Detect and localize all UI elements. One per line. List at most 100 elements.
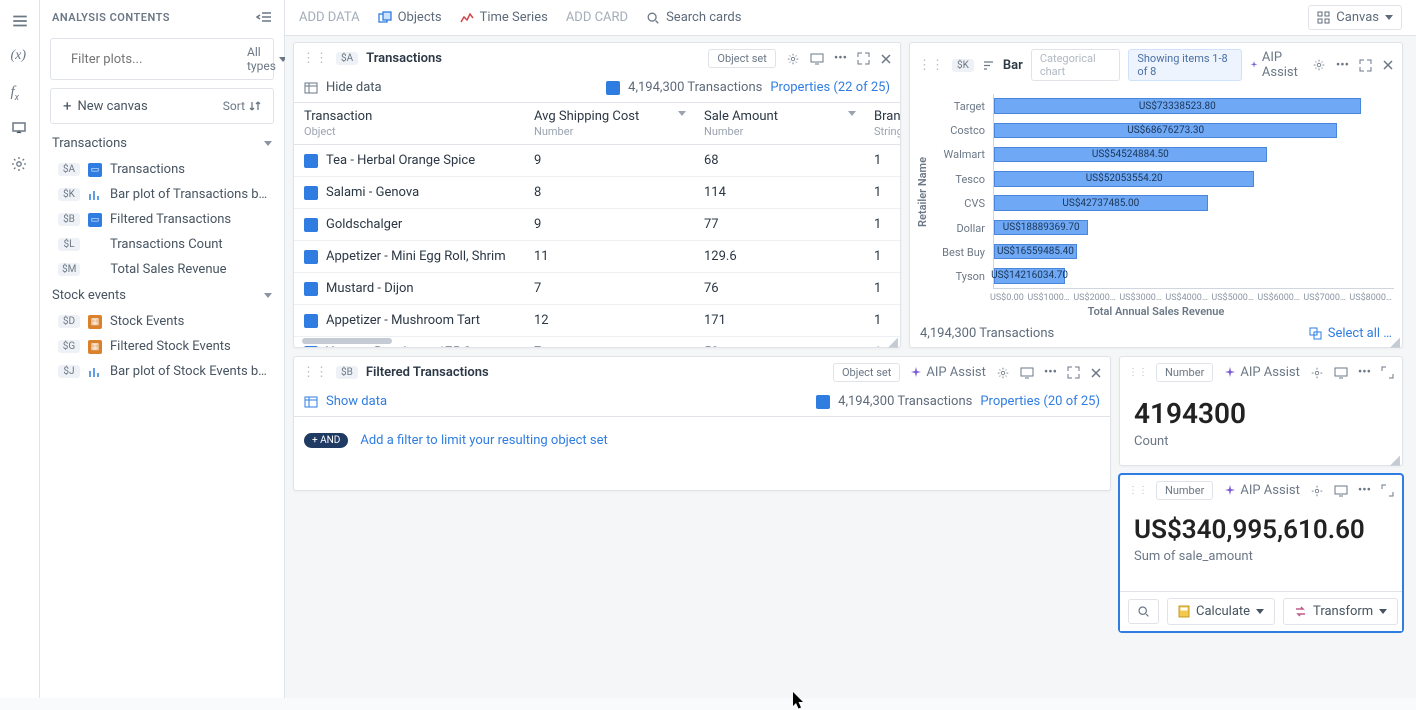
objects-button[interactable]: Objects [378,10,442,25]
bar[interactable]: US$73338523.80 [994,98,1361,114]
new-canvas-button[interactable]: +New canvas Sort [50,88,274,124]
sidebar-group-head[interactable]: Transactions [40,130,284,157]
filtered-transactions-card: ⋮⋮ $B Filtered Transactions Object set A… [293,356,1111,491]
close-icon[interactable] [1090,367,1102,379]
bar[interactable]: US$52053554.20 [994,171,1254,187]
table-row[interactable]: Mustard - Dijon7761 [294,273,900,305]
bar[interactable]: US$14216034.70 [994,268,1065,284]
search-cards-button[interactable]: Search cards [646,10,741,25]
show-data-link[interactable]: Show data [326,394,387,409]
filter-plots-input-wrap[interactable]: All types [50,38,274,80]
h-scrollbar[interactable] [302,338,392,344]
menu-icon[interactable] [11,12,29,30]
sidebar-item[interactable]: $KBar plot of Transactions by Retail… [40,182,284,207]
sidebar-item[interactable]: $MTotal Sales Revenue [40,257,284,282]
resize-handle-icon[interactable]: ◢ [1390,453,1400,463]
more-icon[interactable]: ••• [1044,365,1057,380]
properties-link[interactable]: Properties (20 of 25) [980,394,1100,409]
column-header[interactable]: TransactionObject [294,103,524,144]
gear-icon[interactable] [1310,484,1324,498]
table-row[interactable]: Appetizer - Mushroom Tart121711 [294,305,900,337]
expand-icon[interactable] [1381,484,1394,497]
drag-handle-icon[interactable]: ⋮⋮ [918,58,944,73]
gear-icon[interactable] [11,156,29,174]
drag-handle-icon[interactable]: ⋮⋮ [1128,367,1148,378]
aip-assist-button[interactable]: AIP Assist [1224,365,1299,380]
sidebar-item[interactable]: $JBar plot of Stock Events by Event… [40,359,284,384]
select-all-link[interactable]: Select all … [1309,326,1392,341]
collapse-icon[interactable] [256,10,272,24]
present-icon[interactable] [11,120,29,138]
table-row[interactable]: Appetizer - Mini Egg Roll, Shrim11129.61 [294,241,900,273]
table-row[interactable]: Goldschalger9771 [294,209,900,241]
item-code: $L [58,238,80,251]
variables-icon[interactable]: (x) [11,48,29,66]
calculate-button[interactable]: Calculate [1167,598,1275,625]
object-set-pill[interactable]: Object set [708,49,775,68]
more-icon[interactable]: ••• [1358,483,1371,498]
transform-button[interactable]: Transform [1283,598,1398,625]
chart-icon [88,365,102,379]
more-icon[interactable]: ••• [1336,58,1349,73]
bar[interactable]: US$42737485.00 [994,195,1208,211]
function-icon[interactable]: fx [11,84,29,102]
types-dropdown[interactable]: All types [247,45,287,73]
filter-row[interactable]: + AND Add a filter to limit your resulti… [304,433,1100,448]
close-icon[interactable] [880,53,892,65]
expand-icon[interactable] [1381,366,1394,379]
drag-handle-icon[interactable]: ⋮⋮ [302,51,328,66]
gear-icon[interactable] [1310,366,1324,380]
monitor-icon[interactable] [1334,484,1348,498]
search-button[interactable] [1128,599,1159,624]
column-header[interactable]: Sale AmountNumber [694,103,864,144]
monitor-icon[interactable] [1020,366,1034,380]
expand-icon[interactable] [857,52,870,65]
resize-handle-icon[interactable]: ◢ [888,335,898,345]
table-row[interactable]: Salami - Genova81141 [294,177,900,209]
sidebar-item[interactable]: $D▦Stock Events [40,309,284,334]
aip-assist-button[interactable]: AIP Assist [1250,50,1302,80]
bar[interactable]: US$68676273.30 [994,123,1337,139]
transactions-card: ⋮⋮ $A Transactions Object set ••• Hide d… [293,42,901,348]
column-header[interactable]: Avg Shipping CostNumber [524,103,694,144]
expand-icon[interactable] [1067,366,1080,379]
calculator-icon [1178,605,1190,618]
more-icon[interactable]: ••• [834,51,847,66]
more-icon[interactable]: ••• [1358,365,1371,380]
sidebar-item[interactable]: $G▦Filtered Stock Events [40,334,284,359]
canvas-dropdown[interactable]: Canvas [1308,5,1402,30]
bar[interactable]: US$54524884.50 [994,147,1267,163]
number-pill: Number [1156,481,1213,500]
grid-icon [1317,11,1330,24]
hide-data-link[interactable]: Hide data [326,80,382,95]
card-code: $K [952,59,974,72]
drag-handle-icon[interactable]: ⋮⋮ [302,365,328,380]
close-icon[interactable] [1382,59,1394,71]
and-chip[interactable]: + AND [304,433,348,448]
bars-area[interactable]: US$73338523.80 US$68676273.30 US$54524884.… [993,94,1394,289]
drag-handle-icon[interactable]: ⋮⋮ [1128,485,1148,496]
monitor-icon[interactable] [1334,366,1348,380]
sidebar-item[interactable]: $B▭Filtered Transactions [40,207,284,232]
bar[interactable]: US$16559485.40 [994,244,1077,260]
sidebar-group-head[interactable]: Stock events [40,282,284,309]
filter-plots-input[interactable] [69,51,239,68]
sidebar-item[interactable]: $A▭Transactions [40,157,284,182]
gear-icon[interactable] [1312,58,1326,72]
object-set-pill[interactable]: Object set [833,363,900,382]
aip-assist-button[interactable]: AIP Assist [910,365,985,380]
monitor-icon[interactable] [810,52,824,66]
expand-icon[interactable] [1359,59,1372,72]
aip-assist-button[interactable]: AIP Assist [1224,483,1299,498]
gear-icon[interactable] [996,366,1010,380]
gear-icon[interactable] [786,52,800,66]
sidebar-item[interactable]: $LTransactions Count [40,232,284,257]
time-series-button[interactable]: Time Series [460,10,548,25]
table-row[interactable]: Tea - Herbal Orange Spice9681 [294,145,900,177]
resize-handle-icon[interactable]: ◢ [1390,335,1400,345]
bar[interactable]: US$18889369.70 [994,220,1088,236]
properties-link[interactable]: Properties (22 of 25) [770,80,890,95]
calendar-icon: ▦ [88,315,102,329]
column-header[interactable]: Brand IDString [864,103,900,144]
sort-icon[interactable] [982,59,995,72]
